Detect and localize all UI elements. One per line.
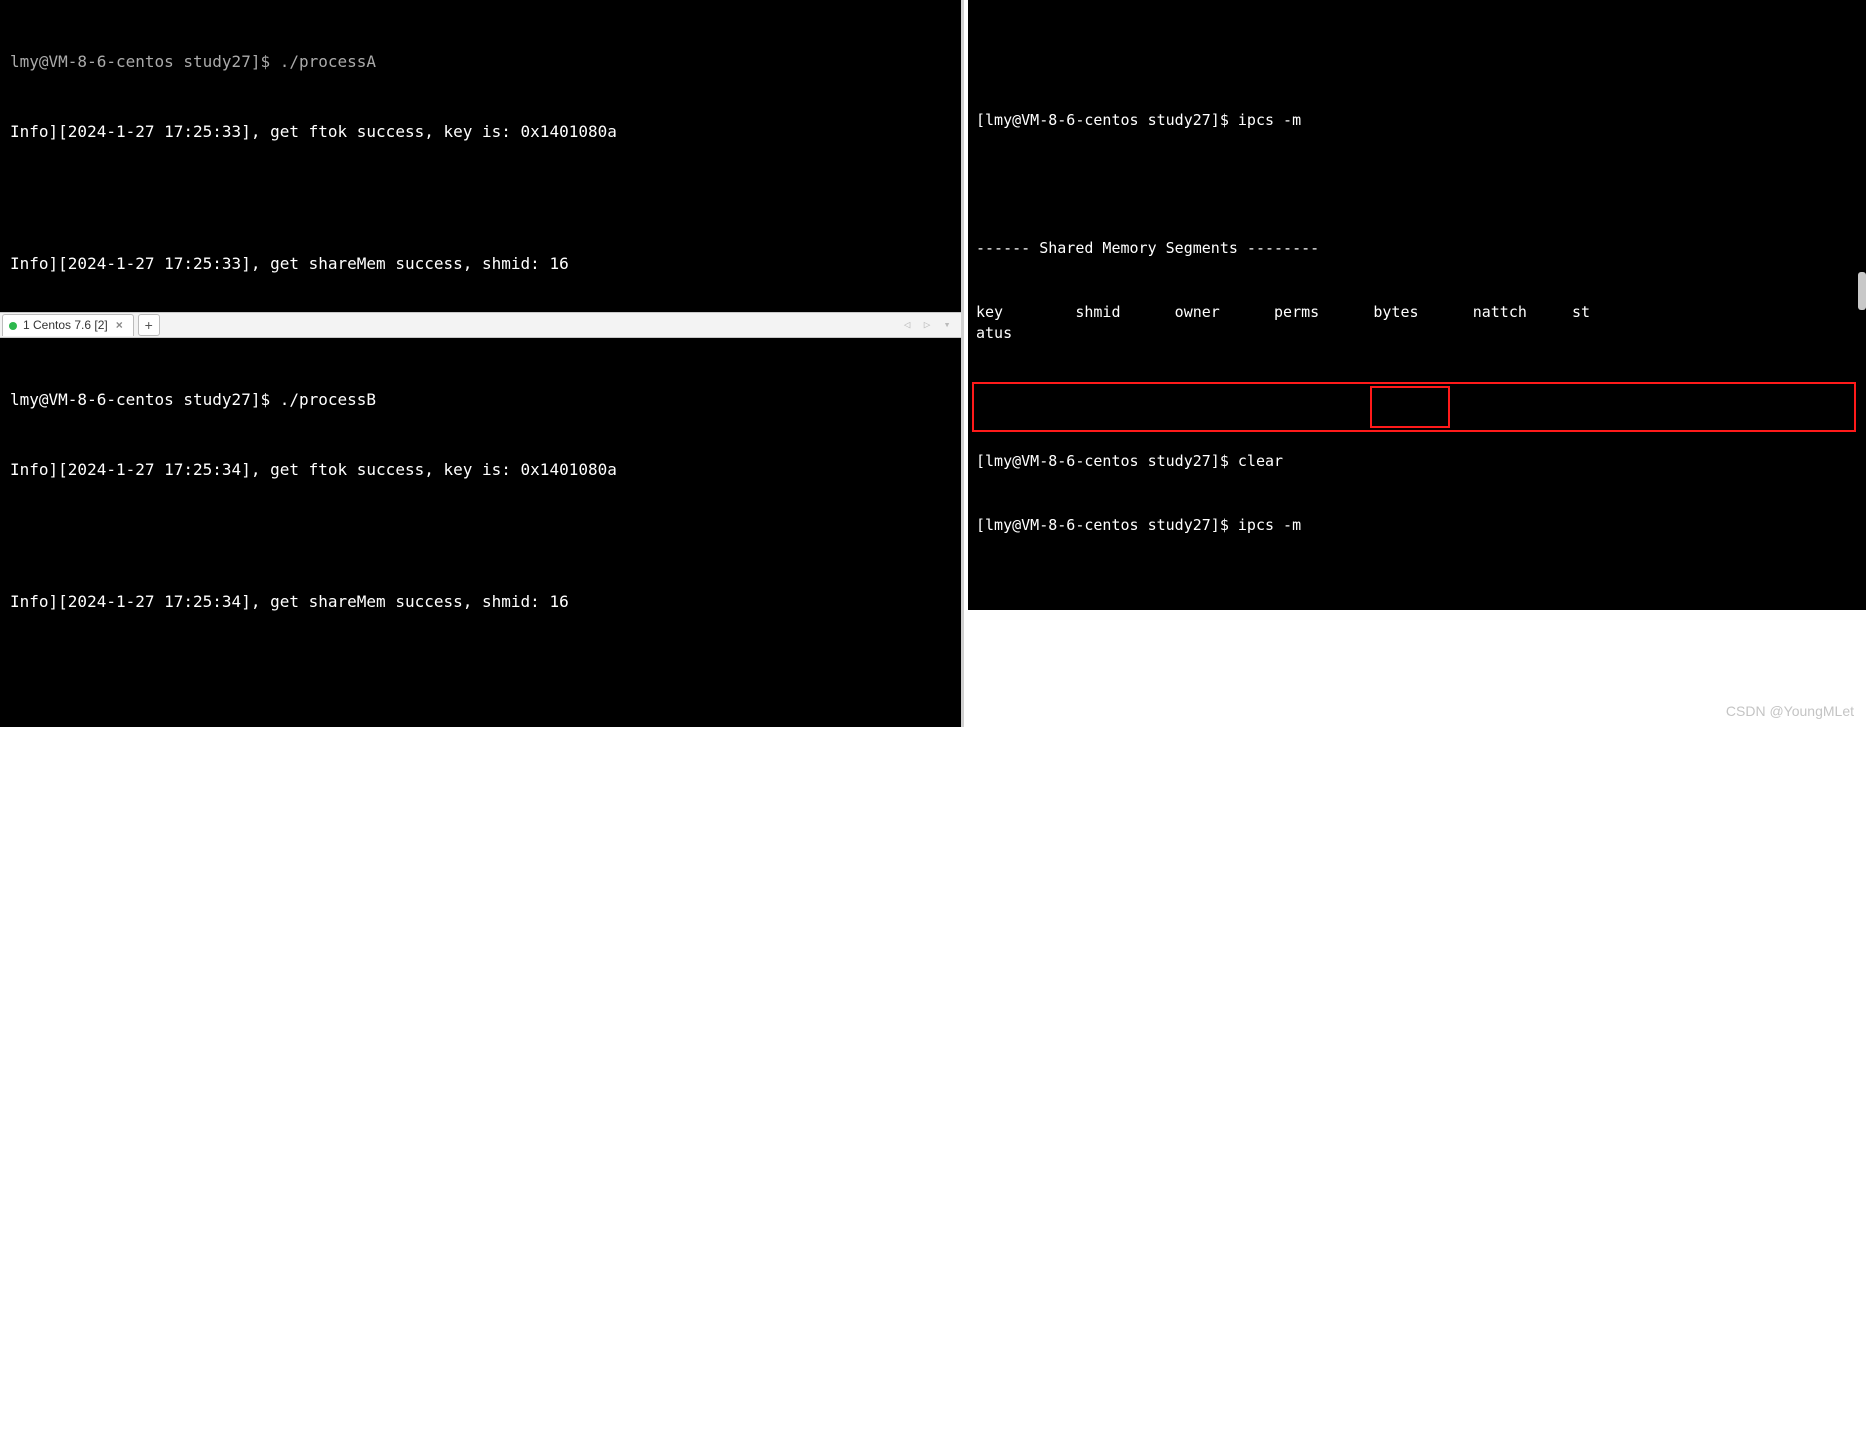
section-header: ------ Shared Memory Segments --------	[976, 643, 1856, 664]
tab-nav-right-icon[interactable]: ▷	[917, 317, 937, 333]
tab-centos[interactable]: 1 Centos 7.6 [2] ×	[2, 314, 134, 336]
terminal-ipcs[interactable]: [lmy@VM-8-6-centos study27]$ ipcs -m ---…	[968, 0, 1866, 610]
left-column: lmy@VM-8-6-centos study27]$ ./processA I…	[0, 0, 964, 727]
section-header: ------ Shared Memory Segments --------	[976, 1346, 1856, 1367]
cmd-line: [lmy@VM-8-6-centos study27]$ ipcs -m	[976, 1218, 1856, 1239]
cmd-line: [lmy@VM-8-6-centos study27]$ clear	[976, 451, 1856, 472]
close-tab-icon[interactable]: ×	[114, 317, 125, 334]
output-line: Info][2024-1-27 17:25:33], get ftok succ…	[10, 120, 951, 143]
terminal-process-a[interactable]: lmy@VM-8-6-centos study27]$ ./processA I…	[0, 0, 961, 312]
cmd-line-partial: lmy@VM-8-6-centos study27]$ ./processA	[10, 50, 951, 73]
output-line	[10, 190, 951, 206]
add-tab-button[interactable]: +	[138, 314, 160, 336]
table-header: key shmid owner perms bytes nattch statu…	[976, 707, 1856, 728]
cmd-line: [lmy@VM-8-6-centos study27]$ ipcs -m	[976, 110, 1856, 131]
status-dot-icon	[9, 322, 17, 330]
tab-bar: 1 Centos 7.6 [2] × + ◁ ▷ ▾	[0, 312, 961, 338]
cmd-line: lmy@VM-8-6-centos study27]$ ./processB	[10, 388, 951, 411]
tab-nav-menu-icon[interactable]: ▾	[937, 317, 957, 333]
table-header: key shmid owner perms bytes nattch st at…	[976, 302, 1856, 345]
output-line: Info][2024-1-27 17:25:34], get shareMem …	[10, 590, 951, 613]
section-header: ------ Shared Memory Segments --------	[976, 962, 1856, 983]
output-line: Info][2024-1-27 17:25:34], get ftok succ…	[10, 458, 951, 481]
tab-nav-left-icon[interactable]: ◁	[897, 317, 917, 333]
terminal-process-b[interactable]: lmy@VM-8-6-centos study27]$ ./processB I…	[0, 338, 961, 727]
output-line	[10, 659, 951, 675]
output-line: Info][2024-1-27 17:25:33], get shareMem …	[10, 252, 951, 275]
section-header: ------ Shared Memory Segments --------	[976, 238, 1856, 259]
output-line	[10, 528, 951, 544]
table-row: 0x1401080a 16 lmy 666 4097 1	[976, 1090, 1856, 1111]
cmd-line: [lmy@VM-8-6-centos study27]$ ipcs -m	[976, 835, 1856, 856]
tab-label: 1 Centos 7.6 [2]	[23, 317, 108, 334]
table-header: key shmid owner perms bytes nattch statu…	[976, 1410, 1856, 1431]
plus-icon: +	[145, 315, 153, 335]
cmd-line: [lmy@VM-8-6-centos study27]$ ipcs -m	[976, 515, 1856, 536]
watermark: CSDN @YoungMLet	[1726, 701, 1854, 721]
table-header: key shmid owner perms bytes nattch statu…	[976, 1026, 1856, 1047]
scrollbar-thumb[interactable]	[1858, 272, 1866, 310]
output-line: Debug][2024-1-27 17:25:34], attach succe…	[10, 722, 951, 727]
tab-nav: ◁ ▷ ▾	[897, 317, 961, 333]
